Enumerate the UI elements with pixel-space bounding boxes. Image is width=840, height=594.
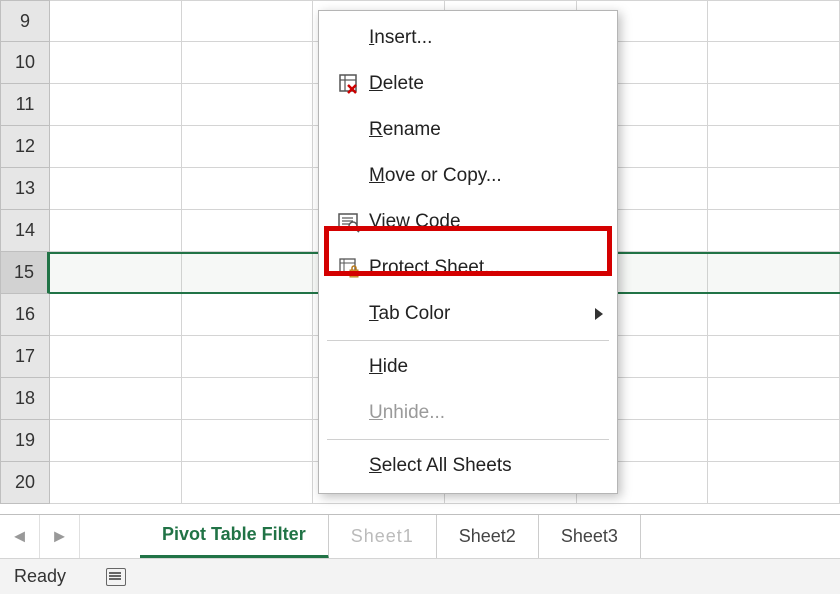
menu-unhide[interactable]: Unhide... bbox=[319, 390, 617, 436]
row-header[interactable]: 19 bbox=[0, 420, 50, 462]
menu-label: Hide bbox=[369, 356, 603, 378]
row-header[interactable]: 12 bbox=[0, 126, 50, 168]
tab-label: Sheet2 bbox=[459, 526, 516, 547]
menu-insert[interactable]: Insert... bbox=[319, 15, 617, 61]
menu-move-or-copy[interactable]: Move or Copy... bbox=[319, 153, 617, 199]
status-ready: Ready bbox=[14, 566, 66, 587]
row-header[interactable]: 18 bbox=[0, 378, 50, 420]
tab-sheet3[interactable]: Sheet3 bbox=[539, 515, 641, 559]
tabs-area: Pivot Table Filter Sheet1 Sheet2 Sheet3 bbox=[80, 515, 840, 559]
menu-label: Move or Copy... bbox=[369, 165, 603, 187]
tab-obscured[interactable]: Sheet1 bbox=[329, 515, 437, 559]
menu-label: View Code bbox=[369, 211, 603, 233]
menu-view-code[interactable]: View Code bbox=[319, 199, 617, 245]
menu-label: Rename bbox=[369, 119, 603, 141]
menu-protect-sheet[interactable]: Protect Sheet... bbox=[319, 245, 617, 291]
tab-pivot-table-filter[interactable]: Pivot Table Filter bbox=[140, 515, 329, 559]
menu-separator bbox=[327, 340, 609, 341]
row-header[interactable]: 17 bbox=[0, 336, 50, 378]
menu-select-all-sheets[interactable]: Select All Sheets bbox=[319, 443, 617, 489]
menu-label: Protect Sheet... bbox=[369, 257, 603, 279]
tab-nav-next[interactable]: ► bbox=[40, 515, 80, 559]
menu-label: Tab Color bbox=[369, 303, 595, 325]
menu-rename[interactable]: Rename bbox=[319, 107, 617, 153]
row-header[interactable]: 9 bbox=[0, 0, 50, 42]
tab-label: Sheet3 bbox=[561, 526, 618, 547]
protect-sheet-icon bbox=[329, 257, 369, 279]
view-code-icon bbox=[329, 211, 369, 233]
submenu-arrow-icon bbox=[595, 308, 603, 320]
row-header[interactable]: 13 bbox=[0, 168, 50, 210]
row-header[interactable]: 14 bbox=[0, 210, 50, 252]
row-header[interactable]: 16 bbox=[0, 294, 50, 336]
row-headers: 9 10 11 12 13 14 15 16 17 18 19 20 bbox=[0, 0, 50, 504]
tab-label: Pivot Table Filter bbox=[162, 524, 306, 545]
menu-label: Insert... bbox=[369, 27, 603, 49]
row-header[interactable]: 11 bbox=[0, 84, 50, 126]
tab-nav-prev[interactable]: ◄ bbox=[0, 515, 40, 559]
menu-label: Unhide... bbox=[369, 402, 603, 424]
status-bar: Ready bbox=[0, 558, 840, 594]
menu-label: Delete bbox=[369, 73, 603, 95]
tab-label: Sheet1 bbox=[351, 526, 414, 547]
menu-separator bbox=[327, 439, 609, 440]
sheet-tab-bar: ◄ ► Pivot Table Filter Sheet1 Sheet2 She… bbox=[0, 514, 840, 558]
tab-sheet2[interactable]: Sheet2 bbox=[437, 515, 539, 559]
sheet-tab-context-menu: Insert... Delete Rename Move or Copy... bbox=[318, 10, 618, 494]
row-header-selected[interactable]: 15 bbox=[0, 252, 50, 294]
menu-label: Select All Sheets bbox=[369, 455, 603, 477]
macro-recorder-icon[interactable] bbox=[106, 568, 126, 586]
delete-sheet-icon bbox=[329, 73, 369, 95]
menu-hide[interactable]: Hide bbox=[319, 344, 617, 390]
row-header[interactable]: 10 bbox=[0, 42, 50, 84]
row-header[interactable]: 20 bbox=[0, 462, 50, 504]
menu-tab-color[interactable]: Tab Color bbox=[319, 291, 617, 337]
menu-delete[interactable]: Delete bbox=[319, 61, 617, 107]
